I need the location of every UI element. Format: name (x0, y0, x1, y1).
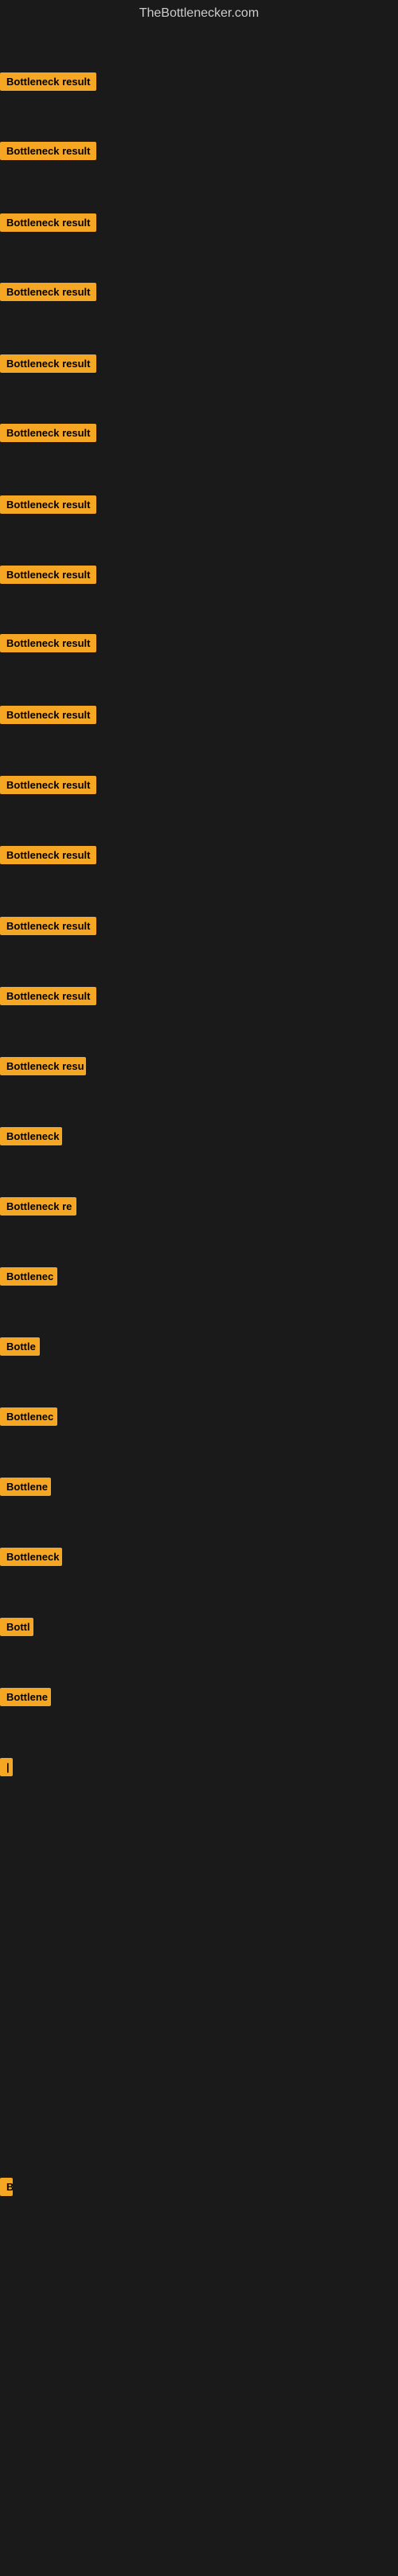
list-item[interactable]: Bottleneck (0, 1548, 62, 1570)
bottleneck-badge: Bottleneck result (0, 424, 96, 442)
list-item[interactable]: Bottleneck result (0, 706, 96, 728)
list-item[interactable]: Bottleneck result (0, 776, 96, 798)
list-item[interactable]: B (0, 2178, 13, 2200)
bottleneck-badge: Bottleneck result (0, 283, 96, 301)
bottleneck-badge: | (0, 1758, 13, 1776)
list-item[interactable]: Bottleneck result (0, 213, 96, 236)
list-item[interactable]: Bottlenec (0, 1407, 57, 1430)
bottleneck-badge: Bottleneck result (0, 776, 96, 794)
list-item[interactable]: Bottleneck (0, 1127, 62, 1149)
bottleneck-badge: Bottle (0, 1337, 40, 1356)
list-item[interactable]: Bottleneck result (0, 987, 96, 1009)
bottleneck-badge: Bottleneck result (0, 213, 96, 232)
list-item[interactable]: Bottleneck result (0, 566, 96, 588)
bottleneck-badge: Bottleneck (0, 1127, 62, 1145)
bottleneck-badge: Bottleneck result (0, 634, 96, 652)
list-item[interactable]: Bottleneck result (0, 354, 96, 377)
bottleneck-badge: Bottleneck result (0, 987, 96, 1005)
bottleneck-badge: Bottleneck result (0, 354, 96, 373)
list-item[interactable]: Bottleneck result (0, 72, 96, 95)
bottleneck-badge: Bottlenec (0, 1407, 57, 1426)
list-item[interactable]: Bottleneck result (0, 634, 96, 656)
bottleneck-badge: Bottlene (0, 1688, 51, 1706)
list-item[interactable]: | (0, 1758, 13, 1780)
bottleneck-badge: Bottleneck result (0, 566, 96, 584)
bottleneck-badge: Bottleneck result (0, 846, 96, 864)
bottleneck-badge: Bottleneck result (0, 495, 96, 514)
bottleneck-badge: B (0, 2178, 13, 2196)
bottleneck-badge: Bottleneck result (0, 917, 96, 935)
list-item[interactable]: Bottlene (0, 1478, 51, 1500)
site-title: TheBottlenecker.com (0, 0, 398, 27)
bottleneck-badge: Bottleneck resu (0, 1057, 86, 1075)
list-item[interactable]: Bottleneck result (0, 495, 96, 518)
list-item[interactable]: Bottleneck result (0, 846, 96, 868)
list-item[interactable]: Bottl (0, 1618, 33, 1640)
bottleneck-badge: Bottlenec (0, 1267, 57, 1286)
list-item[interactable]: Bottlenec (0, 1267, 57, 1290)
bottleneck-badge: Bottlene (0, 1478, 51, 1496)
bottleneck-badge: Bottleneck result (0, 142, 96, 160)
list-item[interactable]: Bottleneck result (0, 424, 96, 446)
bottleneck-badge: Bottleneck re (0, 1197, 76, 1216)
list-item[interactable]: Bottle (0, 1337, 40, 1360)
bottleneck-badge: Bottleneck result (0, 706, 96, 724)
list-item[interactable]: Bottleneck result (0, 283, 96, 305)
list-item[interactable]: Bottleneck result (0, 142, 96, 164)
list-item[interactable]: Bottleneck resu (0, 1057, 86, 1079)
list-item[interactable]: Bottleneck re (0, 1197, 76, 1219)
bottleneck-badge: Bottl (0, 1618, 33, 1636)
bottleneck-badge: Bottleneck result (0, 72, 96, 91)
bottleneck-badge: Bottleneck (0, 1548, 62, 1566)
list-item[interactable]: Bottleneck result (0, 917, 96, 939)
list-item[interactable]: Bottlene (0, 1688, 51, 1710)
